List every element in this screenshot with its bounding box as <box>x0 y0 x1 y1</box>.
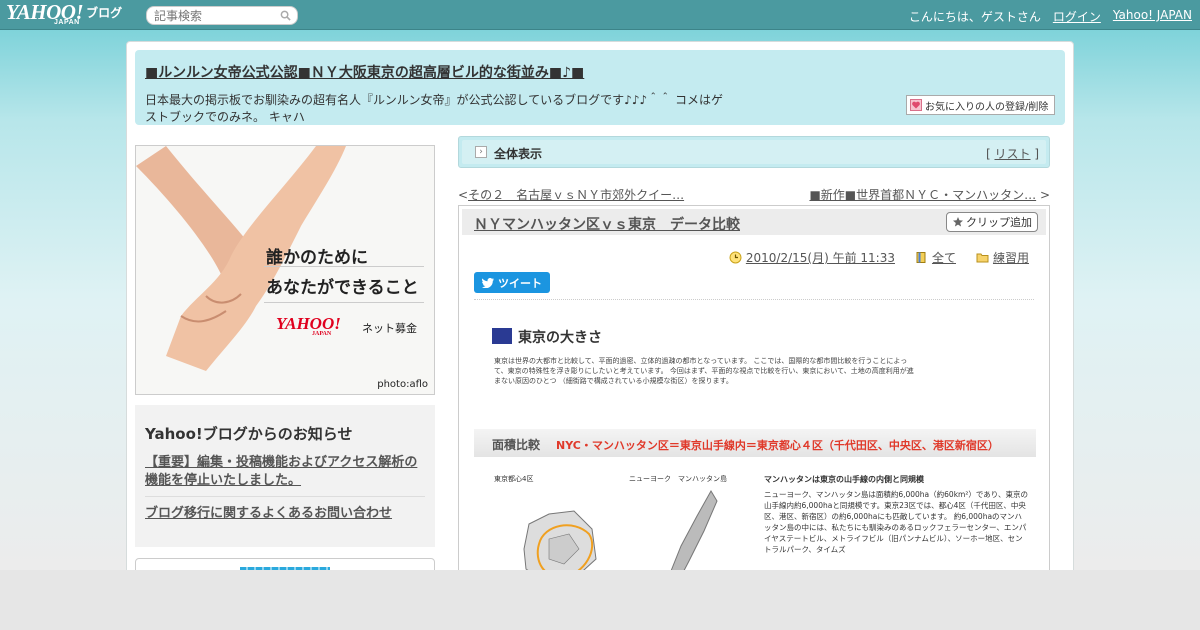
blog-title-link[interactable]: ■ルンルン女帝公式公認■ＮＹ大阪東京の超高層ビル的な街並み■♪■ <box>145 65 584 81</box>
clip-add-label: クリップ追加 <box>966 216 1032 229</box>
clock-icon <box>729 251 742 264</box>
ad-headline-1: 誰かのために <box>266 248 368 268</box>
map-label-tokyo: 東京都心4区 <box>494 475 534 483</box>
notice-link-faq[interactable]: ブログ移行に関するよくあるお問い合わせ <box>145 505 425 529</box>
prev-article-link[interactable]: その２ 名古屋ｖｓＮＹ市郊外クイー… <box>468 188 684 202</box>
list-link-wrapper: [ リスト ] <box>985 147 1039 161</box>
show-all-label: 全体表示 <box>494 147 543 161</box>
article: ＮＹマンハッタン区ｖｓ東京 データ比較 クリップ追加 2010/2/15(月) … <box>458 205 1050 586</box>
ad-yahoo-logo: YAHOO! JAPAN <box>276 314 341 337</box>
article-title: ＮＹマンハッタン区ｖｓ東京 データ比較 <box>474 214 740 234</box>
login-link[interactable]: ログイン <box>1053 8 1101 25</box>
notice-title: Yahoo!ブログからのお知らせ <box>145 425 353 443</box>
logo-blog: ブログ <box>86 6 123 20</box>
band-title: 面積比較 <box>492 438 541 452</box>
tweet-label: ツイート <box>498 276 542 290</box>
category-all-link[interactable]: 全て <box>932 249 956 266</box>
user-menu: こんにちは、ゲストさん ログイン Yahoo! JAPAN <box>909 8 1192 25</box>
twitter-bird-icon <box>482 277 494 288</box>
search-icon[interactable] <box>280 10 291 21</box>
favorite-register-label: お気に入りの人の登録/削除 <box>925 101 1049 113</box>
blog-title: ■ルンルン女帝公式公認■ＮＹ大阪東京の超高層ビル的な街並み■♪■ <box>145 62 584 82</box>
greeting-text: こんにちは、ゲストさん <box>908 10 1041 24</box>
map-label-manhattan: ニューヨーク マンハッタン島 <box>629 475 727 483</box>
yahoo-japan-link[interactable]: Yahoo! JAPAN <box>1113 8 1192 25</box>
blog-description: 日本最大の掲示板でお馴染みの超有名人『ルンルン女帝』が公式公認しているブログです… <box>145 93 723 124</box>
band-subtitle: NYC・マンハッタン区＝東京山手線内＝東京都心４区（千代田区、中央区、港区新宿区… <box>556 439 999 452</box>
notice-divider <box>145 496 425 497</box>
search-box <box>146 6 298 25</box>
article-meta: 2010/2/15(月) 午前 11:33 全て 練習用 <box>729 249 1029 266</box>
embed-title: 東京の大きさ <box>518 330 602 346</box>
next-article-nav: ■新作■世界首都ＮＹＣ・マンハッタン… > <box>809 188 1050 202</box>
embed-paragraph-2: ニューヨーク、マンハッタン島は面積約6,000ha（約60km²）であり、東京の… <box>764 490 1028 554</box>
logo-japan: JAPAN <box>54 19 80 26</box>
star-icon <box>953 217 963 227</box>
article-header: ＮＹマンハッタン区ｖｓ東京 データ比較 クリップ追加 <box>462 209 1046 235</box>
embed-paragraph: 東京は世界の大都市と比較して、平面的過密、立体的過疎の都市となっています。 ここ… <box>494 357 914 385</box>
ad-banner[interactable]: 誰かのために あなたができること YAHOO! JAPAN ネット募金 phot… <box>135 145 435 395</box>
folder-icon <box>976 253 989 263</box>
list-bar-inner <box>462 140 1046 164</box>
clip-add-button[interactable]: クリップ追加 <box>946 212 1038 232</box>
dotted-divider <box>474 299 1034 300</box>
ad-divider <box>264 302 424 303</box>
next-article-link[interactable]: ■新作■世界首都ＮＹＣ・マンハッタン… <box>809 188 1036 202</box>
list-link[interactable]: リスト <box>994 147 1030 161</box>
book-icon <box>916 252 926 263</box>
ad-service-name: ネット募金 <box>362 322 417 335</box>
chevron-right-icon: › <box>475 146 487 158</box>
heart-icon <box>910 99 922 111</box>
prev-article-nav: <その２ 名古屋ｖｓＮＹ市郊外クイー… <box>458 188 685 202</box>
top-navbar: YAHOO! JAPAN ブログ こんにちは、ゲストさん ログイン Yahoo!… <box>0 0 1200 30</box>
list-bar: › 全体表示 [ リスト ] <box>458 136 1050 168</box>
article-image: 東京の大きさ 東京は世界の大都市と比較して、平面的過密、立体的過疎の都市となって… <box>474 314 1036 586</box>
article-title-link[interactable]: ＮＹマンハッタン区ｖｓ東京 データ比較 <box>474 217 740 233</box>
section-square-marker <box>492 328 512 344</box>
yahoo-blog-logo[interactable]: YAHOO! JAPAN ブログ <box>6 2 123 27</box>
ad-photo-credit: photo:aflo <box>377 379 428 390</box>
blog-notice: Yahoo!ブログからのお知らせ 【重要】編集・投稿機能およびアクセス解析の機能… <box>135 405 435 547</box>
notice-link-important[interactable]: 【重要】編集・投稿機能およびアクセス解析の機能を停止いたしました。 <box>145 454 425 496</box>
ad-headline-2: あなたができること <box>266 278 419 298</box>
article-date[interactable]: 2010/2/15(月) 午前 11:33 <box>746 249 895 266</box>
category-link[interactable]: 練習用 <box>993 249 1029 266</box>
blog-header: ■ルンルン女帝公式公認■ＮＹ大阪東京の超高層ビル的な街並み■♪■ 日本最大の掲示… <box>135 50 1065 125</box>
favorite-register-button[interactable]: お気に入りの人の登録/削除 <box>906 95 1055 115</box>
tweet-button[interactable]: ツイート <box>474 272 550 293</box>
handshake-image <box>136 146 346 371</box>
page-footer-band <box>0 570 1200 630</box>
embed-paragraph-2-title: マンハッタンは東京の山手線の内側と同規模 <box>764 475 924 484</box>
search-input[interactable] <box>147 7 275 24</box>
